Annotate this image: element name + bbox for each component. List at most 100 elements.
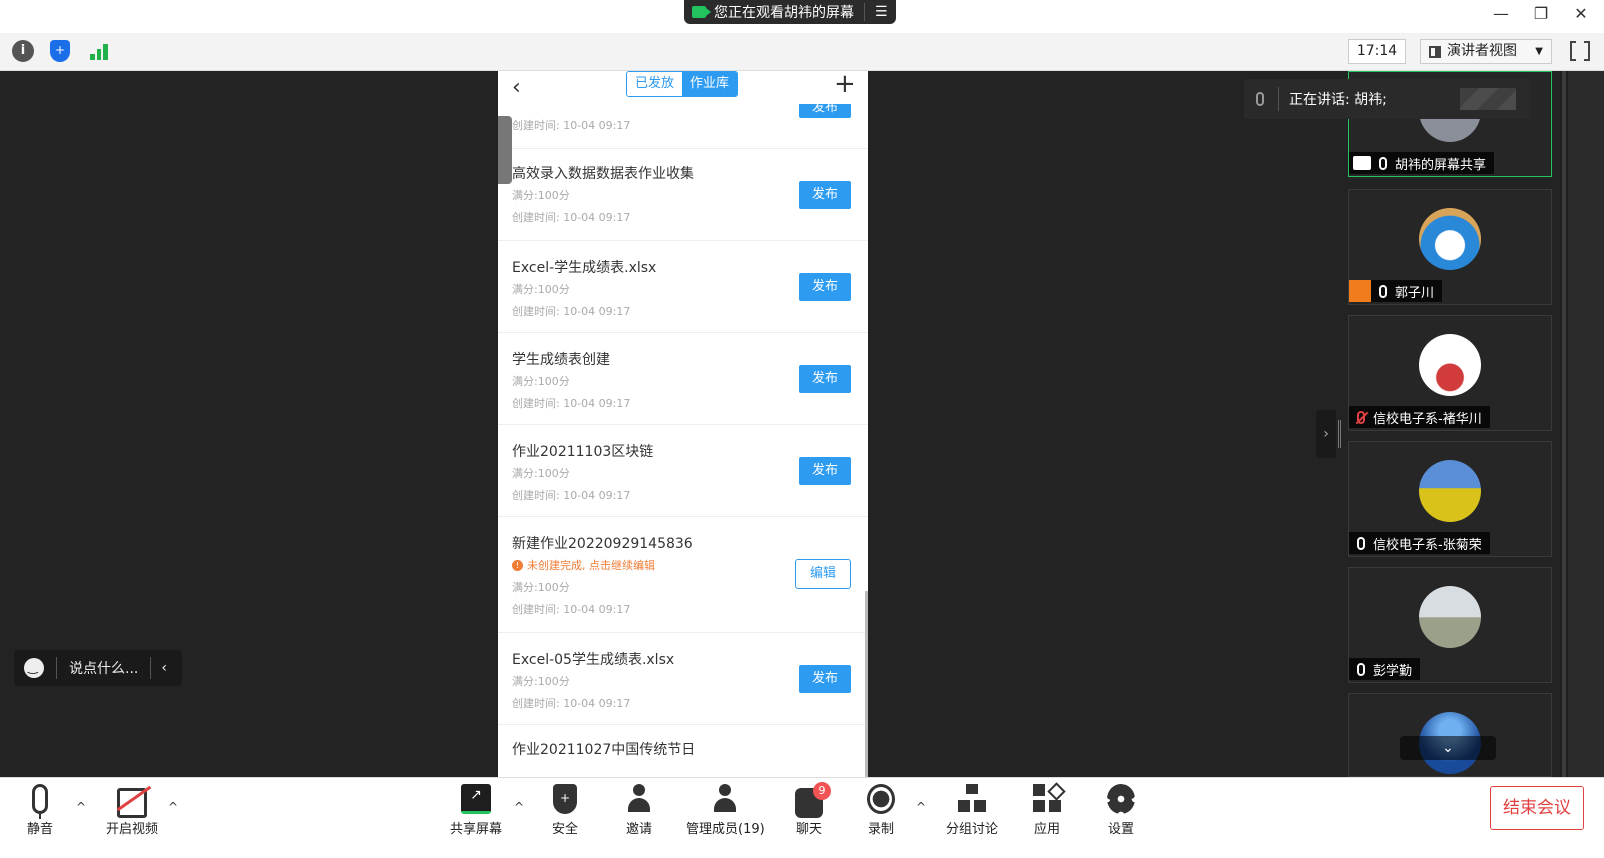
menu-icon[interactable]: ☰: [875, 4, 888, 20]
chevron-down-icon[interactable]: ⌄: [1400, 736, 1496, 760]
publish-button[interactable]: 发布: [799, 665, 851, 693]
share-screen-button[interactable]: ↗ 共享屏幕: [448, 784, 504, 837]
list-item[interactable]: 作业20211103区块链 满分:100分 创建时间: 10-04 09:17 …: [498, 425, 868, 517]
security-button[interactable]: + 安全: [550, 784, 580, 837]
apps-icon: [1033, 784, 1061, 814]
gear-icon: [1107, 784, 1135, 814]
settings-button[interactable]: 设置: [1106, 784, 1136, 837]
record-icon: [867, 784, 895, 814]
network-signal-icon[interactable]: [88, 40, 110, 62]
unread-badge: 9: [813, 782, 831, 800]
video-camera-icon: [692, 6, 711, 18]
chat-icon: 9: [795, 782, 831, 818]
chat-button[interactable]: 9 聊天: [794, 782, 831, 837]
emoji-icon[interactable]: [24, 658, 44, 678]
publish-button[interactable]: 发布: [799, 457, 851, 485]
microphone-icon: [1357, 536, 1365, 550]
video-tile[interactable]: 彭学勤: [1348, 567, 1552, 683]
active-speaker-bar: 正在讲话: 胡祎;: [1244, 79, 1530, 119]
minimize-button[interactable]: —: [1490, 4, 1512, 23]
video-tile[interactable]: 信校电子系-褚华川: [1348, 315, 1552, 431]
incomplete-warning[interactable]: ! 未创建完成, 点击继续编辑: [512, 557, 655, 573]
apps-button[interactable]: 应用: [1032, 784, 1062, 837]
homework-title: 高效录入数据数据表作业收集: [512, 166, 694, 182]
list-item[interactable]: 学生成绩表创建 满分:100分 创建时间: 10-04 09:17 发布: [498, 333, 868, 425]
start-video-button[interactable]: 开启视频: [104, 784, 160, 837]
screen-share-icon: [1353, 156, 1371, 170]
speaker-view-icon: [1429, 45, 1441, 58]
info-icon[interactable]: i: [12, 40, 34, 62]
participant-scrollbar[interactable]: [1560, 71, 1568, 777]
side-scroll-handle[interactable]: [498, 116, 512, 184]
list-item[interactable]: 创建时间: 10-04 09:17 发布: [498, 98, 868, 149]
screen-share-indicator[interactable]: 您正在观看胡祎的屏幕 ☰: [684, 0, 896, 24]
participant-name-tag: 彭学勤: [1349, 658, 1421, 680]
chevron-up-icon[interactable]: ^: [916, 800, 926, 814]
breakout-rooms-button[interactable]: 分组讨论: [944, 784, 1000, 837]
mute-button[interactable]: 静音: [24, 784, 56, 837]
fullscreen-icon[interactable]: [1570, 40, 1590, 62]
list-item[interactable]: Excel-05学生成绩表.xlsx 满分:100分 创建时间: 10-04 0…: [498, 633, 868, 725]
microphone-icon: [1379, 156, 1387, 170]
list-item[interactable]: Excel-学生成绩表.xlsx 满分:100分 创建时间: 10-04 09:…: [498, 241, 868, 333]
homework-tabs: 已发放 作业库: [626, 71, 739, 97]
full-score: 满分:100分: [512, 467, 570, 480]
microphone-icon: [1379, 284, 1387, 298]
share-status-text: 您正在观看胡祎的屏幕: [714, 5, 854, 21]
full-score: 满分:100分: [512, 375, 570, 388]
restore-button[interactable]: ❐: [1530, 4, 1552, 23]
window-controls: — ❐ ✕: [1490, 4, 1592, 23]
host-icon: [1349, 280, 1371, 302]
created-time: 创建时间: 10-04 09:17: [512, 489, 631, 502]
video-tile[interactable]: 信校电子系-张菊荣: [1348, 441, 1552, 557]
homework-title: Excel-学生成绩表.xlsx: [512, 260, 657, 276]
members-icon: [712, 784, 738, 814]
shared-screen: ‹ 已发放 作业库 + 创建时间: 10-04 09:17 发布 高效录入数据数…: [498, 71, 868, 795]
avatar: [1419, 334, 1481, 396]
share-screen-icon: ↗: [461, 784, 491, 814]
watermark-logo-icon: [1460, 88, 1516, 110]
breakout-icon: [958, 784, 986, 814]
phone-header: ‹ 已发放 作业库 +: [498, 71, 868, 104]
add-icon[interactable]: +: [834, 71, 856, 97]
tab-published[interactable]: 已发放: [627, 72, 683, 96]
edit-button[interactable]: 编辑: [795, 559, 851, 589]
side-gutter: [1568, 71, 1604, 777]
record-button[interactable]: 录制: [866, 784, 896, 837]
back-arrow-icon[interactable]: ‹: [512, 75, 521, 100]
homework-title: 作业20211027中国传统节日: [512, 742, 696, 758]
title-bar: 您正在观看胡祎的屏幕 ☰ — ❐ ✕: [0, 0, 1604, 33]
created-time: 创建时间: 10-04 09:17: [512, 211, 631, 224]
avatar: [1419, 586, 1481, 648]
publish-button[interactable]: 发布: [799, 273, 851, 301]
view-mode-select[interactable]: 演讲者视图 ▼: [1420, 39, 1552, 64]
video-tile[interactable]: 郭子川: [1348, 189, 1552, 305]
invite-button[interactable]: 邀请: [624, 784, 654, 837]
end-meeting-button[interactable]: 结束会议: [1490, 786, 1584, 830]
manage-members-button[interactable]: 管理成员(19): [686, 784, 765, 837]
meeting-controls: 静音 ^ 开启视频 ^ ↗ 共享屏幕 ^ + 安全 邀请 管理成员(19) 9 …: [0, 777, 1604, 858]
meeting-clock: 17:14: [1348, 39, 1406, 64]
chat-input-bar[interactable]: 说点什么... ‹: [14, 650, 182, 686]
chat-placeholder[interactable]: 说点什么...: [57, 658, 150, 678]
chevron-left-icon[interactable]: ‹: [151, 660, 177, 676]
phone-scrollbar[interactable]: [865, 591, 868, 791]
list-item[interactable]: 高效录入数据数据表作业收集 满分:100分 创建时间: 10-04 09:17 …: [498, 149, 868, 241]
security-shield-icon[interactable]: +: [50, 40, 70, 62]
publish-button[interactable]: 发布: [799, 181, 851, 209]
close-button[interactable]: ✕: [1570, 4, 1592, 23]
publish-button[interactable]: 发布: [799, 365, 851, 393]
participant-name-tag: 信校电子系-张菊荣: [1349, 532, 1490, 554]
video-tile[interactable]: [1348, 693, 1552, 777]
tab-library[interactable]: 作业库: [682, 72, 738, 96]
chevron-up-icon[interactable]: ^: [168, 800, 178, 814]
panel-resize-grip[interactable]: [1338, 420, 1341, 448]
chevron-up-icon[interactable]: ^: [514, 800, 524, 814]
created-time: 创建时间: 10-04 09:17: [512, 119, 631, 132]
panel-toggle-button[interactable]: ›: [1316, 410, 1336, 458]
participant-name-tag: 胡祎的屏幕共享: [1349, 152, 1495, 174]
chevron-up-icon[interactable]: ^: [76, 800, 86, 814]
shield-icon: +: [553, 784, 577, 814]
list-item[interactable]: 新建作业20220929145836 ! 未创建完成, 点击继续编辑 满分:10…: [498, 517, 868, 633]
created-time: 创建时间: 10-04 09:17: [512, 305, 631, 318]
